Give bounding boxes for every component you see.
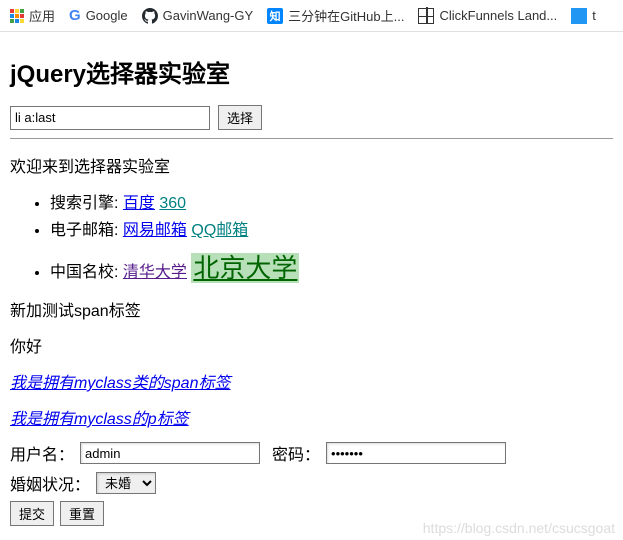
username-label: 用户名： <box>10 441 74 465</box>
bookmark-label: 三分钟在GitHub上... <box>288 6 404 25</box>
apps-grid-icon <box>10 9 24 23</box>
list-item: 电子邮箱: 网易邮箱 QQ邮箱 <box>50 216 613 240</box>
select-button[interactable]: 选择 <box>218 105 262 130</box>
link-pku[interactable]: 北京大学 <box>191 253 299 283</box>
blue-square-icon <box>571 8 587 24</box>
google-icon: G <box>69 7 81 24</box>
list-label: 电子邮箱: <box>50 222 118 239</box>
hello-text: 你好 <box>10 333 613 357</box>
list-label: 搜索引擎: <box>50 195 118 212</box>
password-input[interactable] <box>326 442 506 464</box>
marital-select[interactable]: 未婚 <box>96 472 156 494</box>
link-360[interactable]: 360 <box>159 195 186 212</box>
bookmark-label: Google <box>86 8 128 23</box>
password-label: 密码： <box>272 441 320 465</box>
divider <box>10 138 613 139</box>
submit-button[interactable]: 提交 <box>10 501 54 526</box>
page-content: jQuery选择器实验室 选择 欢迎来到选择器实验室 搜索引擎: 百度 360 … <box>0 32 623 540</box>
myclass-p: 我是拥有myclass的p标签 <box>10 405 613 429</box>
form-row-marital: 婚姻状况： 未婚 <box>10 471 613 495</box>
bookmark-clickfunnels[interactable]: ClickFunnels Land... <box>418 8 557 24</box>
bookmark-partial[interactable]: t <box>571 8 596 24</box>
bookmarks-bar: 应用 G Google GavinWang-GY 知 三分钟在GitHub上..… <box>0 0 623 32</box>
welcome-text: 欢迎来到选择器实验室 <box>10 153 613 177</box>
zhi-icon: 知 <box>267 8 283 24</box>
marital-label: 婚姻状况： <box>10 471 90 495</box>
selector-row: 选择 <box>10 105 613 130</box>
form-row-credentials: 用户名： 密码： <box>10 441 613 465</box>
bookmark-gavin[interactable]: GavinWang-GY <box>142 8 254 24</box>
github-icon <box>142 8 158 24</box>
bookmark-label: ClickFunnels Land... <box>439 8 557 23</box>
link-wangyi[interactable]: 网易邮箱 <box>123 222 187 239</box>
bookmark-label: 应用 <box>29 6 55 25</box>
grid-icon <box>418 8 434 24</box>
list-item: 搜索引擎: 百度 360 <box>50 189 613 213</box>
form-row-buttons: 提交 重置 <box>10 501 613 526</box>
list-label: 中国名校: <box>50 264 118 281</box>
myclass-span: 我是拥有myclass类的span标签 <box>10 369 613 393</box>
category-list: 搜索引擎: 百度 360 电子邮箱: 网易邮箱 QQ邮箱 中国名校: 清华大学 … <box>10 189 613 285</box>
bookmark-label: t <box>592 8 596 23</box>
bookmark-github-cn[interactable]: 知 三分钟在GitHub上... <box>267 6 404 25</box>
apps-button[interactable]: 应用 <box>10 6 55 25</box>
username-input[interactable] <box>80 442 260 464</box>
span-test-text: 新加测试span标签 <box>10 297 613 321</box>
list-item: 中国名校: 清华大学 北京大学 <box>50 248 613 285</box>
bookmark-google[interactable]: G Google <box>69 7 128 24</box>
reset-button[interactable]: 重置 <box>60 501 104 526</box>
bookmark-label: GavinWang-GY <box>163 8 254 23</box>
link-baidu[interactable]: 百度 <box>123 195 155 212</box>
page-title: jQuery选择器实验室 <box>10 54 613 89</box>
link-qq-mail[interactable]: QQ邮箱 <box>191 222 248 239</box>
selector-input[interactable] <box>10 106 210 130</box>
link-tsinghua[interactable]: 清华大学 <box>123 264 187 281</box>
